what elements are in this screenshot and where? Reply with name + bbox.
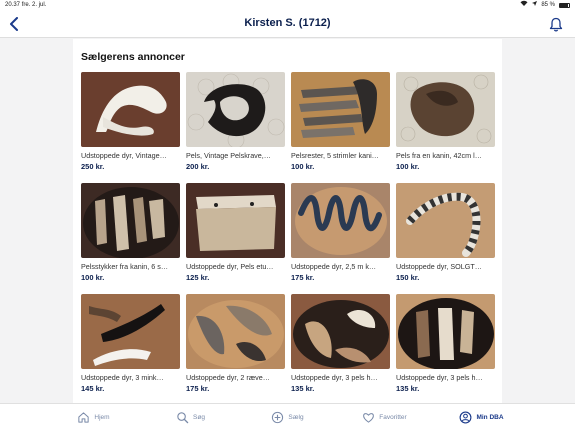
listing-price: 175 kr. (186, 384, 210, 393)
listing-card[interactable]: Pelsrester, 5 strimler kani… 100 kr. (291, 72, 390, 183)
listing-title: Udstoppede dyr, 3 pels h… (291, 373, 378, 382)
listing-title: Pelsstykker fra kanin, 6 s… (81, 262, 169, 271)
listing-card[interactable]: Pelsstykker fra kanin, 6 s… 100 kr. (81, 183, 180, 294)
listing-card[interactable]: Udstoppede dyr, 2 ræve… 175 kr. (186, 294, 285, 403)
listing-photo (396, 72, 495, 147)
listing-price: 145 kr. (81, 384, 105, 393)
listing-photo (291, 183, 390, 258)
battery-percent: 85 % (541, 2, 555, 8)
wifi-icon (520, 0, 528, 11)
notifications-button[interactable] (549, 17, 563, 32)
listing-card[interactable]: Udstoppede dyr, SOLGT… 150 kr. (396, 183, 495, 294)
listing-card[interactable]: Pels fra en kanin, 42cm l… 100 kr. (396, 72, 495, 183)
sell-icon (272, 411, 284, 424)
tab-search[interactable]: Søg (142, 404, 239, 431)
listing-title: Udstoppede dyr, SOLGT… (396, 262, 482, 271)
listing-photo (186, 183, 285, 258)
listing-title: Udstoppede dyr, 3 pels h… (396, 373, 483, 382)
listing-title: Pels fra en kanin, 42cm l… (396, 151, 482, 160)
listing-card[interactable]: Udstoppede dyr, 2,5 m k… 175 kr. (291, 183, 390, 294)
listing-photo (81, 72, 180, 147)
tab-label: Sælg (288, 414, 304, 421)
listing-photo (186, 294, 285, 369)
listing-photo (396, 183, 495, 258)
tab-label: Hjem (94, 414, 110, 421)
listing-price: 250 kr. (81, 162, 105, 171)
listing-price: 100 kr. (396, 162, 420, 171)
listing-price: 150 kr. (396, 273, 420, 282)
listing-photo (291, 294, 390, 369)
listing-title: Udstoppede dyr, 2,5 m k… (291, 262, 377, 271)
seller-listings-panel: Sælgerens annoncer Udstoppede dyr, Vinta… (73, 39, 502, 403)
search-icon (177, 412, 189, 424)
home-icon (78, 412, 90, 423)
status-date: fre. 2. jul. (21, 2, 47, 8)
listing-price: 100 kr. (81, 273, 105, 282)
listing-photo (396, 294, 495, 369)
status-bar: 20.37 fre. 2. jul. 85 % (0, 0, 575, 11)
listing-card[interactable]: Udstoppede dyr, Pels etu… 125 kr. (186, 183, 285, 294)
page-title: Kirsten S. (1712) (244, 17, 331, 29)
listing-title: Pels, Vintage Pelskrave,… (186, 151, 271, 160)
listing-grid: Udstoppede dyr, Vintage… 250 kr. Pels, V… (81, 72, 495, 403)
status-indicators: 85 % (520, 0, 570, 11)
tab-label: Favoritter (379, 414, 407, 421)
bell-icon (549, 17, 563, 32)
listing-title: Udstoppede dyr, Pels etu… (186, 262, 274, 271)
listing-price: 125 kr. (186, 273, 210, 282)
listing-card[interactable]: Pels, Vintage Pelskrave,… 200 kr. (186, 72, 285, 183)
listing-card[interactable]: Udstoppede dyr, Vintage… 250 kr. (81, 72, 180, 183)
heart-icon (363, 413, 375, 423)
listing-price: 200 kr. (186, 162, 210, 171)
location-icon (532, 0, 538, 11)
listing-card[interactable]: Udstoppede dyr, 3 pels h… 135 kr. (291, 294, 390, 403)
tab-favorites[interactable]: Favoritter (336, 404, 433, 431)
listing-photo (186, 72, 285, 147)
listing-card[interactable]: Udstoppede dyr, 3 mink… 145 kr. (81, 294, 180, 403)
tab-label: Min DBA (476, 414, 504, 421)
bottom-tab-bar: Hjem Søg Sælg Favoritter Min DBA (0, 403, 575, 431)
listing-price: 100 kr. (291, 162, 315, 171)
status-time-date: 20.37 fre. 2. jul. (5, 0, 46, 11)
status-time: 20.37 (5, 2, 21, 8)
listing-title: Udstoppede dyr, Vintage… (81, 151, 167, 160)
section-title: Sælgerens annoncer (81, 51, 185, 63)
listing-title: Udstoppede dyr, 3 mink… (81, 373, 164, 382)
listing-price: 175 kr. (291, 273, 315, 282)
listing-title: Pelsrester, 5 strimler kani… (291, 151, 379, 160)
tab-sell[interactable]: Sælg (239, 404, 336, 431)
top-nav-bar: Kirsten S. (1712) (0, 11, 575, 38)
listing-photo (81, 294, 180, 369)
listing-photo (291, 72, 390, 147)
tab-label: Søg (193, 414, 205, 421)
tab-my-dba[interactable]: Min DBA (433, 404, 530, 431)
listing-card[interactable]: Udstoppede dyr, 3 pels h… 135 kr. (396, 294, 495, 403)
battery-icon (559, 3, 570, 8)
listing-photo (81, 183, 180, 258)
listing-price: 135 kr. (291, 384, 315, 393)
profile-icon (460, 411, 472, 424)
tab-home[interactable]: Hjem (45, 404, 142, 431)
listing-price: 135 kr. (396, 384, 420, 393)
listing-title: Udstoppede dyr, 2 ræve… (186, 373, 270, 382)
